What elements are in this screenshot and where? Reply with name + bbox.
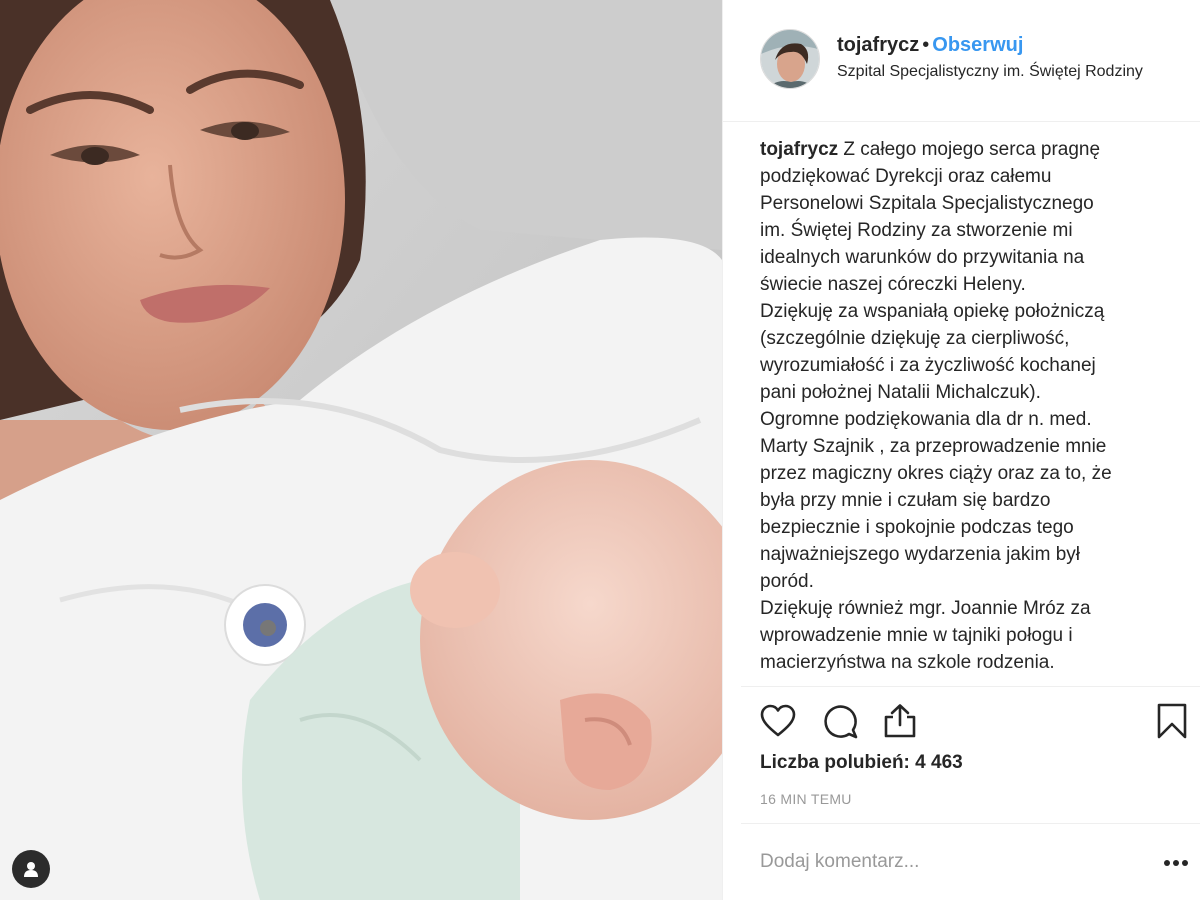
caption-line: Marty Szajnik , za przeprowadzenie mnie	[760, 436, 1107, 457]
person-icon	[24, 862, 38, 877]
post-timestamp[interactable]: 16 MIN TEMU	[760, 791, 852, 807]
instagram-post: tojafrycz • Obserwuj Szpital Specjalistycz…	[0, 0, 1200, 900]
photo-illustration	[0, 0, 722, 900]
divider	[741, 823, 1200, 824]
separator-dot: •	[922, 34, 930, 56]
caption-line: wyrozumiałość i za życzliwość kochanej	[760, 355, 1096, 376]
caption-line: poród.	[760, 571, 814, 592]
username-link[interactable]: tojafrycz	[837, 34, 919, 56]
caption-line: Ogromne podziękowania dla dr n. med.	[760, 409, 1092, 430]
comment-input[interactable]	[760, 840, 1130, 884]
share-icon	[884, 704, 916, 738]
save-button[interactable]	[1151, 698, 1193, 744]
caption-line: przez magiczny okres ciąży oraz za to, ż…	[760, 463, 1112, 484]
caption-text: Z całego mojego serca pragnę	[843, 139, 1101, 160]
caption-line: wprowadzenie mnie w tajniki połogu i	[760, 625, 1073, 646]
caption-line: idealnych warunków do przywitania na	[760, 247, 1085, 268]
caption-line: pani położnej Natalii Michalczuk).	[760, 382, 1041, 403]
bookmark-icon	[1157, 703, 1187, 739]
heart-icon	[760, 704, 796, 737]
caption-line: Dziękuję za wspaniałą opiekę położniczą	[760, 301, 1105, 322]
avatar-image	[761, 30, 819, 88]
follow-button[interactable]: Obserwuj	[932, 34, 1023, 56]
caption-username[interactable]: tojafrycz	[760, 139, 838, 160]
post-details-panel: tojafrycz • Obserwuj Szpital Specjalistycz…	[722, 0, 1200, 900]
caption-fade	[760, 666, 1190, 686]
caption-line: podziękować Dyrekcji oraz całemu	[760, 166, 1052, 187]
caption-line: Dziękuję również mgr. Joannie Mróz za	[760, 598, 1091, 619]
caption-line: bezpiecznie i spokojnie podczas tego	[760, 517, 1074, 538]
post-photo[interactable]	[0, 0, 722, 900]
header-user-line: tojafrycz • Obserwuj	[837, 34, 1023, 57]
likes-count[interactable]: Liczba polubień: 4 463	[760, 752, 963, 774]
like-button[interactable]	[757, 698, 799, 744]
action-bar	[723, 698, 1200, 744]
share-button[interactable]	[879, 698, 921, 744]
comment-icon	[824, 705, 858, 739]
tagged-people-button[interactable]	[12, 850, 50, 888]
ellipsis-icon	[1164, 860, 1188, 866]
comment-button[interactable]	[819, 698, 861, 744]
more-options-button[interactable]	[1160, 848, 1192, 878]
caption-line: tojafrycz Z całego mojego serca pragnę	[760, 136, 1190, 163]
location-link[interactable]: Szpital Specjalistyczny im. Świętej Rodz…	[837, 63, 1143, 81]
post-caption: tojafrycz Z całego mojego serca pragnę p…	[760, 136, 1190, 686]
caption-line: (szczególnie dziękuję za cierpliwość,	[760, 328, 1070, 349]
caption-line: Personelowi Szpitala Specjalistycznego	[760, 193, 1094, 214]
caption-line: świecie naszej córeczki Heleny.	[760, 274, 1026, 295]
divider	[741, 686, 1200, 687]
post-header: tojafrycz • Obserwuj Szpital Specjalistycz…	[723, 0, 1200, 122]
avatar[interactable]	[760, 29, 820, 89]
caption-line: najważniejszego wydarzenia jakim był	[760, 544, 1080, 565]
caption-line: była przy mnie i czułam się bardzo	[760, 490, 1051, 511]
caption-line: im. Świętej Rodziny za stworzenie mi	[760, 220, 1073, 241]
